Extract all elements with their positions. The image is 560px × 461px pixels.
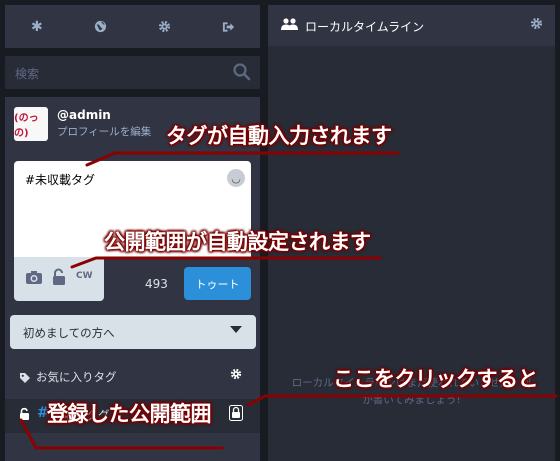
tag-icon [19,369,31,383]
sign-out-icon[interactable] [208,12,248,42]
camera-icon[interactable] [25,269,45,287]
avatar[interactable]: (のっの) [14,107,48,141]
compose-text[interactable]: #未収載タグ [25,171,95,188]
drawer-navbar: ✱ [5,5,260,48]
character-counter: 493 [145,277,168,291]
globe-icon[interactable] [81,12,121,42]
favourite-tags-header: お気に入りタグ [5,359,260,393]
privacy-select[interactable]: 初めましての方へ [10,315,256,349]
content-warning-button[interactable]: CW [76,271,93,281]
users-icon [281,17,298,35]
lock-toggle-icon[interactable] [229,405,243,421]
annotation-visibility-auto: 公開範囲が自動設定されます [104,230,371,254]
chevron-down-icon [230,326,242,333]
favourite-tags-title: お気に入りタグ [36,370,117,384]
username: @admin [57,108,111,122]
favourite-tags-settings-icon[interactable] [230,368,242,384]
toot-button[interactable]: トゥート [184,267,251,300]
gear-icon[interactable] [144,12,184,42]
unlock-icon[interactable] [52,268,70,288]
privacy-select-value: 初めましての方へ [23,326,115,340]
annotation-registered-visibility: 登録した公開範囲 [47,402,212,426]
annotation-tag-auto: タグが自動入力されます [166,124,392,148]
edit-profile-link[interactable]: プロフィールを編集 [57,124,151,139]
compose-options: CW [14,257,104,301]
annotation-click-here: ここをクリックすると [333,367,539,391]
column-header[interactable]: ローカルタイムライン [268,5,555,46]
unlock-icon [19,406,31,420]
asterisk-icon[interactable]: ✱ [17,12,57,42]
search-icon [232,62,252,82]
search-bar[interactable]: 検索 [5,56,260,89]
column-title: ローカルタイムライン [305,20,425,34]
search-input[interactable]: 検索 [15,65,39,82]
emoji-picker-icon[interactable]: ◡ [227,169,245,187]
column-settings-icon[interactable] [530,17,543,34]
